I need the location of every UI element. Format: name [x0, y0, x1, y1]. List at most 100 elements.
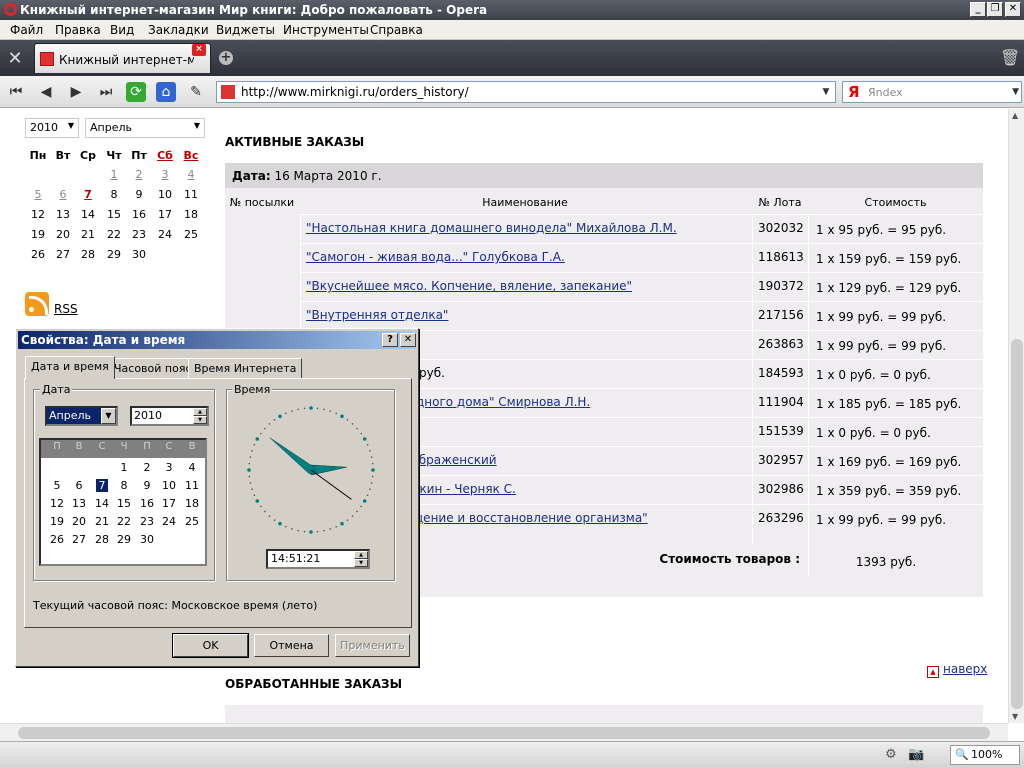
- tab-timezone[interactable]: Часовой пояс: [108, 358, 198, 378]
- address-url[interactable]: http://www.mirknigi.ru/orders_history/: [241, 85, 469, 99]
- tab-date-time[interactable]: Дата и время: [25, 356, 115, 379]
- chevron-down-icon[interactable]: ▼: [101, 408, 116, 424]
- scroll-up-icon[interactable]: ▲: [1012, 111, 1018, 120]
- calendar-day[interactable]: 13: [53, 208, 73, 221]
- dialog-calendar-day[interactable]: 12: [46, 497, 68, 510]
- calendar-day[interactable]: 25: [181, 228, 201, 241]
- dialog-help-button[interactable]: ?: [382, 333, 398, 347]
- menu-bookmarks[interactable]: Закладки: [148, 23, 209, 37]
- menu-widgets[interactable]: Виджеты: [216, 23, 275, 37]
- tab-close-button[interactable]: ×: [192, 44, 206, 56]
- dialog-calendar-day[interactable]: 9: [136, 479, 158, 492]
- dialog-calendar-day[interactable]: 17: [158, 497, 180, 510]
- menu-file[interactable]: Файл: [10, 23, 43, 37]
- calendar-day[interactable]: 5: [28, 188, 48, 201]
- back-to-top-label[interactable]: наверх: [943, 662, 987, 676]
- dialog-calendar-day[interactable]: 18: [181, 497, 203, 510]
- back-icon[interactable]: ◀: [36, 82, 56, 102]
- menu-edit[interactable]: Правка: [55, 23, 101, 37]
- calendar-day[interactable]: 30: [129, 248, 149, 261]
- horizontal-scrollbar[interactable]: [0, 723, 1008, 741]
- forward-icon[interactable]: ▶: [66, 82, 86, 102]
- spin-up-icon[interactable]: ▲: [193, 408, 207, 416]
- minimize-button[interactable]: _: [970, 2, 986, 17]
- dialog-calendar-day[interactable]: 25: [181, 515, 203, 528]
- dialog-calendar-day[interactable]: 15: [113, 497, 135, 510]
- search-dropdown-icon[interactable]: ▼: [1012, 84, 1019, 100]
- calendar-day[interactable]: 21: [78, 228, 98, 241]
- menu-tools[interactable]: Инструменты: [283, 23, 369, 37]
- apply-button[interactable]: Применить: [335, 634, 410, 657]
- rewind-icon[interactable]: ⏮: [6, 82, 26, 102]
- calendar-day[interactable]: 2: [129, 168, 149, 181]
- dialog-calendar-day[interactable]: 2: [136, 461, 158, 474]
- dialog-calendar-day[interactable]: 20: [68, 515, 90, 528]
- calendar-day[interactable]: 19: [28, 228, 48, 241]
- calendar-day[interactable]: 17: [155, 208, 175, 221]
- calendar-day[interactable]: 28: [78, 248, 98, 261]
- dialog-calendar-day[interactable]: 26: [46, 533, 68, 546]
- search-field[interactable]: Я Яndex ▼: [842, 81, 1022, 103]
- dialog-calendar-day[interactable]: 3: [158, 461, 180, 474]
- dialog-calendar-day[interactable]: 21: [91, 515, 113, 528]
- dialog-calendar-day[interactable]: 11: [181, 479, 203, 492]
- calendar-day[interactable]: 15: [104, 208, 124, 221]
- dialog-calendar-day[interactable]: 13: [68, 497, 90, 510]
- spin-up-icon[interactable]: ▲: [354, 551, 368, 559]
- cancel-button[interactable]: Отмена: [254, 634, 329, 657]
- dialog-calendar-day[interactable]: 30: [136, 533, 158, 546]
- calendar-day[interactable]: 11: [181, 188, 201, 201]
- menu-view[interactable]: Вид: [110, 23, 134, 37]
- dialog-close-button[interactable]: ✕: [400, 333, 416, 347]
- dialog-calendar-day[interactable]: 16: [136, 497, 158, 510]
- dialog-calendar-day[interactable]: 4: [181, 461, 203, 474]
- tab-internet-time[interactable]: Время Интернета: [188, 358, 303, 378]
- fast-forward-icon[interactable]: ⏭: [96, 82, 116, 102]
- calendar-day[interactable]: 7: [78, 188, 98, 201]
- dialog-calendar-day[interactable]: 14: [91, 497, 113, 510]
- menu-help[interactable]: Справка: [370, 23, 423, 37]
- zoom-control[interactable]: 🔍 100%: [950, 745, 1020, 765]
- dialog-calendar-day[interactable]: 10: [158, 479, 180, 492]
- dialog-calendar-day[interactable]: 5: [46, 479, 68, 492]
- spin-down-icon[interactable]: ▼: [193, 416, 207, 424]
- calendar-day[interactable]: 1: [104, 168, 124, 181]
- calendar-day[interactable]: 22: [104, 228, 124, 241]
- calendar-day[interactable]: 18: [181, 208, 201, 221]
- time-spin-buttons[interactable]: ▲ ▼: [354, 551, 368, 567]
- ok-button[interactable]: OK: [172, 633, 249, 658]
- calendar-day[interactable]: 14: [78, 208, 98, 221]
- dialog-calendar-day[interactable]: 27: [68, 533, 90, 546]
- tools-icon[interactable]: ✕: [4, 48, 26, 70]
- spin-down-icon[interactable]: ▼: [354, 559, 368, 567]
- calendar-day[interactable]: 27: [53, 248, 73, 261]
- calendar-day[interactable]: 3: [155, 168, 175, 181]
- dialog-calendar-day[interactable]: 28: [91, 533, 113, 546]
- calendar-day[interactable]: 26: [28, 248, 48, 261]
- dialog-calendar-day[interactable]: 6: [68, 479, 90, 492]
- dialog-calendar-day[interactable]: 22: [113, 515, 135, 528]
- dialog-calendar-day[interactable]: 23: [136, 515, 158, 528]
- dialog-calendar-day[interactable]: 29: [113, 533, 135, 546]
- address-dropdown-icon[interactable]: ▼: [819, 84, 833, 100]
- dialog-calendar-day[interactable]: 19: [46, 515, 68, 528]
- calendar-day[interactable]: 20: [53, 228, 73, 241]
- close-window-button[interactable]: ✕: [1005, 2, 1021, 17]
- tab-bookstore[interactable]: Книжный интернет-ма... ×: [34, 43, 211, 73]
- calendar-day[interactable]: 24: [155, 228, 175, 241]
- calendar-day[interactable]: 9: [129, 188, 149, 201]
- home-icon[interactable]: ⌂: [156, 82, 176, 102]
- page-info-icon[interactable]: ⚙: [885, 747, 897, 762]
- edit-pencil-icon[interactable]: ✎: [186, 82, 206, 102]
- calendar-day[interactable]: 29: [104, 248, 124, 261]
- dialog-titlebar[interactable]: Свойства: Дата и время ? ✕: [18, 331, 416, 349]
- time-input[interactable]: 14:51:21 ▲ ▼: [266, 549, 370, 569]
- order-item-name[interactable]: "Самогон - живая вода..." Голубкова Г.А.: [306, 250, 565, 264]
- restore-button[interactable]: ❐: [987, 2, 1003, 17]
- reload-icon[interactable]: ⟳: [126, 82, 146, 102]
- calendar-day[interactable]: 16: [129, 208, 149, 221]
- calendar-year-select[interactable]: 2010 ▼: [25, 118, 79, 138]
- horizontal-scroll-thumb[interactable]: [18, 727, 990, 739]
- rss-link[interactable]: RSS: [54, 302, 78, 316]
- vertical-scroll-thumb[interactable]: [1011, 339, 1023, 709]
